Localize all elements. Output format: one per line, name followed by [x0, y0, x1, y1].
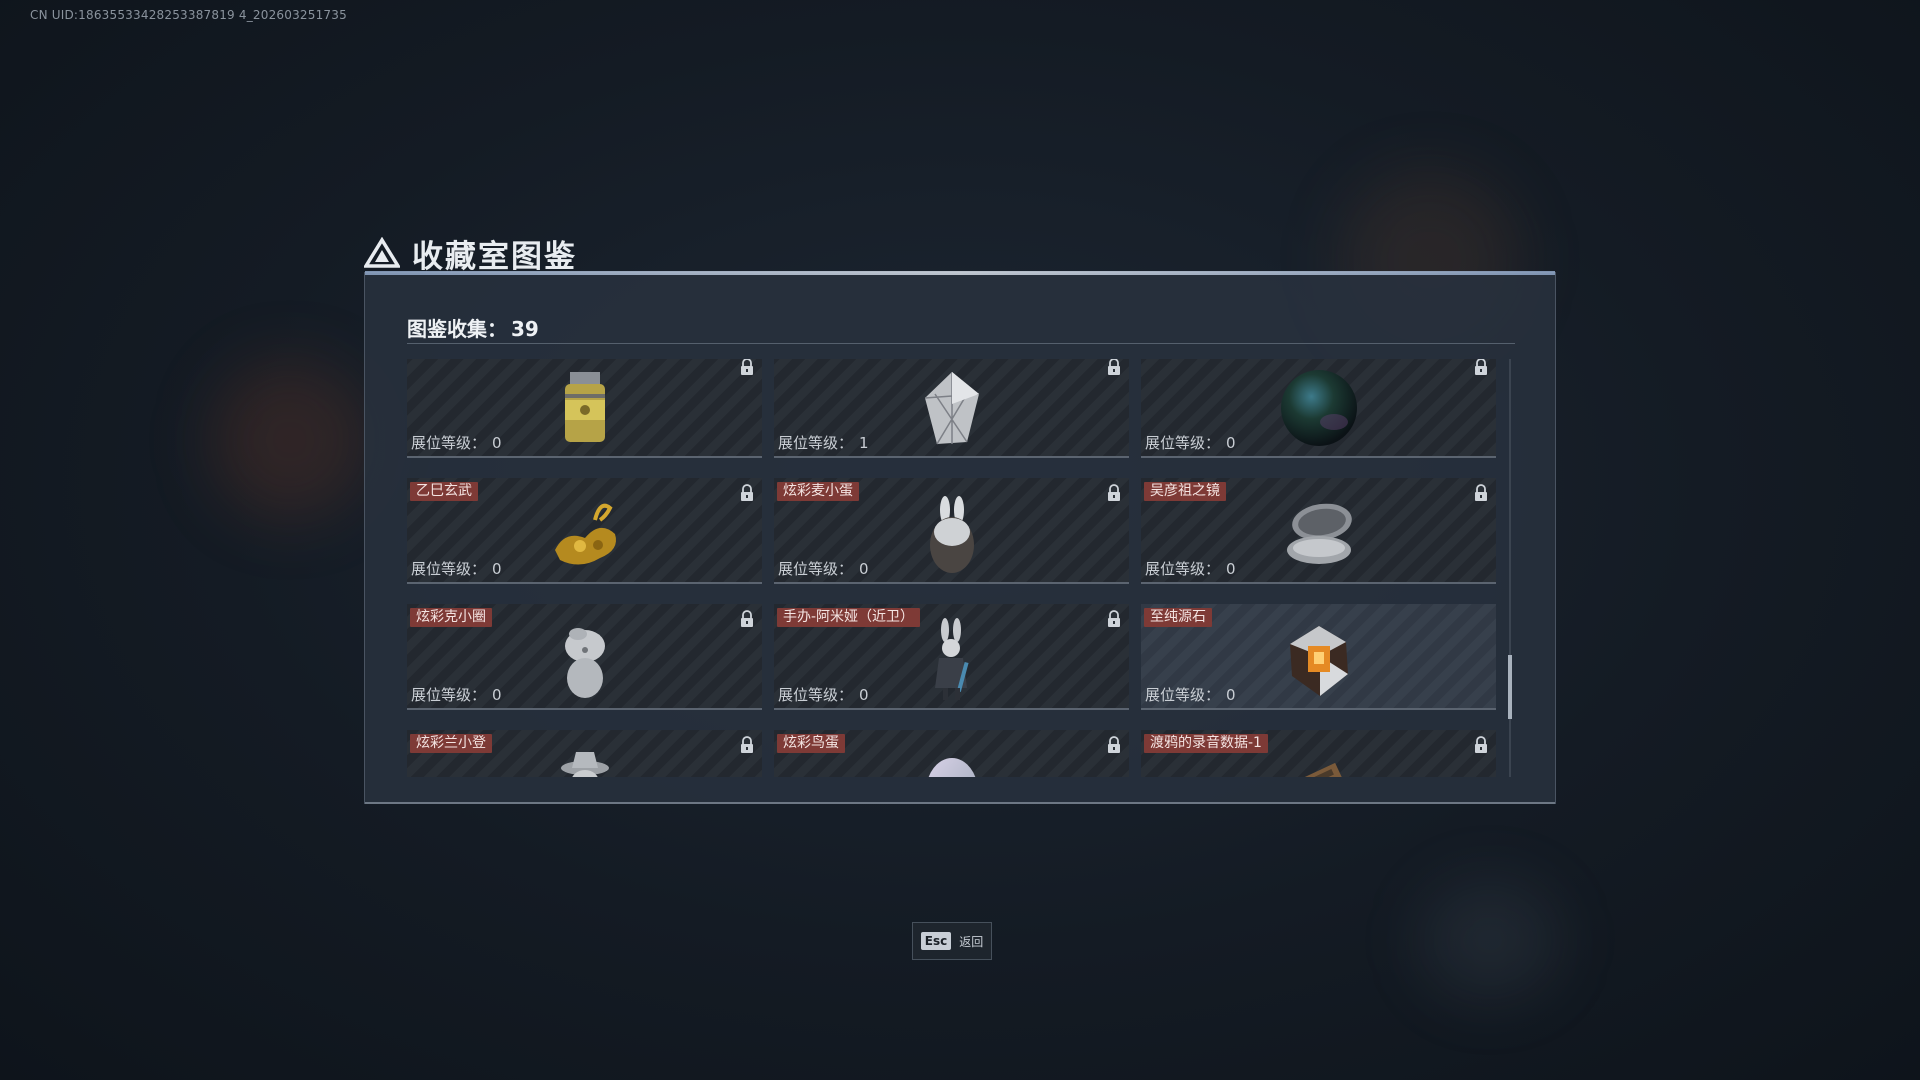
back-button[interactable]: Esc 返回	[912, 922, 992, 960]
collection-card[interactable]: 炫彩兰小登	[407, 730, 762, 777]
window-header: 收藏室图鉴	[364, 230, 577, 276]
collection-card[interactable]: 手办-阿米娅（近卫） 展位等级： 0	[774, 604, 1129, 710]
compact-mirror-icon	[1286, 503, 1352, 564]
collection-card[interactable]: 乙巳玄武 展位等级： 0	[407, 478, 762, 584]
collection-card[interactable]: 展位等级： 0	[407, 359, 762, 458]
item-name-tag: 吴彦祖之镜	[1144, 482, 1226, 501]
bunny-egg-figure-icon	[929, 496, 974, 573]
item-name-tag: 炫彩克小圈	[410, 608, 492, 627]
collection-card[interactable]: 展位等级： 0	[1141, 359, 1496, 458]
collection-card[interactable]: 展位等级： 1	[774, 359, 1129, 458]
lock-icon	[1475, 484, 1487, 501]
booth-level: 展位等级： 0	[778, 686, 869, 704]
lock-icon	[1475, 736, 1487, 753]
bg-glow-left	[210, 360, 370, 520]
item-name-tag: 至纯源石	[1144, 608, 1212, 627]
booth-level: 展位等级： 0	[411, 434, 502, 452]
lock-icon	[1108, 736, 1120, 753]
panel-accent-line	[365, 271, 1555, 275]
collection-panel: 图鉴收集： 39 展位等级： 0 展位等级： 1 展位等级： 0 乙巳玄武 展位…	[364, 271, 1556, 804]
uid-text: CN UID:18635533428253387819 4_2026032517…	[30, 8, 347, 22]
lock-icon	[741, 736, 753, 753]
dark-sphere-icon	[1280, 370, 1357, 446]
item-name-tag: 乙巳玄武	[410, 482, 478, 501]
page-title: 收藏室图鉴	[412, 238, 577, 275]
white-figurine-icon	[564, 628, 605, 698]
item-name-tag: 炫彩兰小登	[410, 734, 492, 753]
item-name-tag: 手办-阿米娅（近卫）	[777, 608, 921, 627]
lock-icon	[1108, 610, 1120, 627]
bird-egg-icon	[928, 758, 975, 777]
lock-icon	[741, 610, 753, 627]
collection-count-label: 图鉴收集：	[407, 317, 507, 341]
item-name-tag: 渡鸦的录音数据-1	[1144, 734, 1268, 753]
booth-level: 展位等级： 0	[411, 686, 502, 704]
booth-level: 展位等级： 0	[1145, 686, 1236, 704]
collection-card[interactable]: 炫彩克小圈 展位等级： 0	[407, 604, 762, 710]
scrollbar-track[interactable]	[1508, 359, 1512, 777]
booth-level: 展位等级： 0	[411, 560, 502, 578]
hat-figurine-icon	[560, 752, 609, 777]
collection-count: 图鉴收集： 39	[407, 313, 539, 342]
collection-count-value: 39	[511, 317, 539, 341]
panel-bottom-line	[365, 802, 1555, 804]
back-label: 返回	[959, 934, 984, 949]
lock-icon	[741, 359, 753, 375]
collection-card-selected[interactable]: 至纯源石 展位等级： 0	[1141, 604, 1496, 710]
booth-level: 展位等级： 0	[778, 560, 869, 578]
amiya-figure-icon	[934, 618, 969, 700]
recorder-device-icon	[1287, 762, 1352, 777]
card-grid-viewport[interactable]: 展位等级： 0 展位等级： 1 展位等级： 0 乙巳玄武 展位等级： 0 炫彩麦…	[407, 359, 1497, 777]
fuel-canister-icon	[564, 372, 605, 442]
originium-crystal-icon	[1289, 626, 1348, 696]
booth-level: 展位等级： 0	[1145, 560, 1236, 578]
lock-icon	[741, 484, 753, 501]
collection-card[interactable]: 炫彩鸟蛋	[774, 730, 1129, 777]
scrollbar-thumb[interactable]	[1508, 655, 1512, 719]
lock-icon	[1475, 359, 1487, 375]
collection-card[interactable]: 渡鸦的录音数据-1	[1141, 730, 1496, 777]
header-divider	[407, 343, 1515, 344]
esc-key-icon: Esc	[920, 932, 952, 950]
golden-dragon-icon	[554, 503, 616, 565]
item-name-tag: 炫彩麦小蛋	[777, 482, 859, 501]
booth-level: 展位等级： 0	[1145, 434, 1236, 452]
crystal-gem-icon	[924, 372, 979, 445]
booth-level: 展位等级： 1	[778, 434, 869, 452]
lock-icon	[1108, 484, 1120, 501]
lock-icon	[1108, 359, 1120, 375]
collection-card[interactable]: 炫彩麦小蛋 展位等级： 0	[774, 478, 1129, 584]
collection-card[interactable]: 吴彦祖之镜 展位等级： 0	[1141, 478, 1496, 584]
triangle-logo-icon	[364, 237, 400, 268]
item-name-tag: 炫彩鸟蛋	[777, 734, 845, 753]
bg-glow-bottom-right	[1420, 880, 1560, 1000]
